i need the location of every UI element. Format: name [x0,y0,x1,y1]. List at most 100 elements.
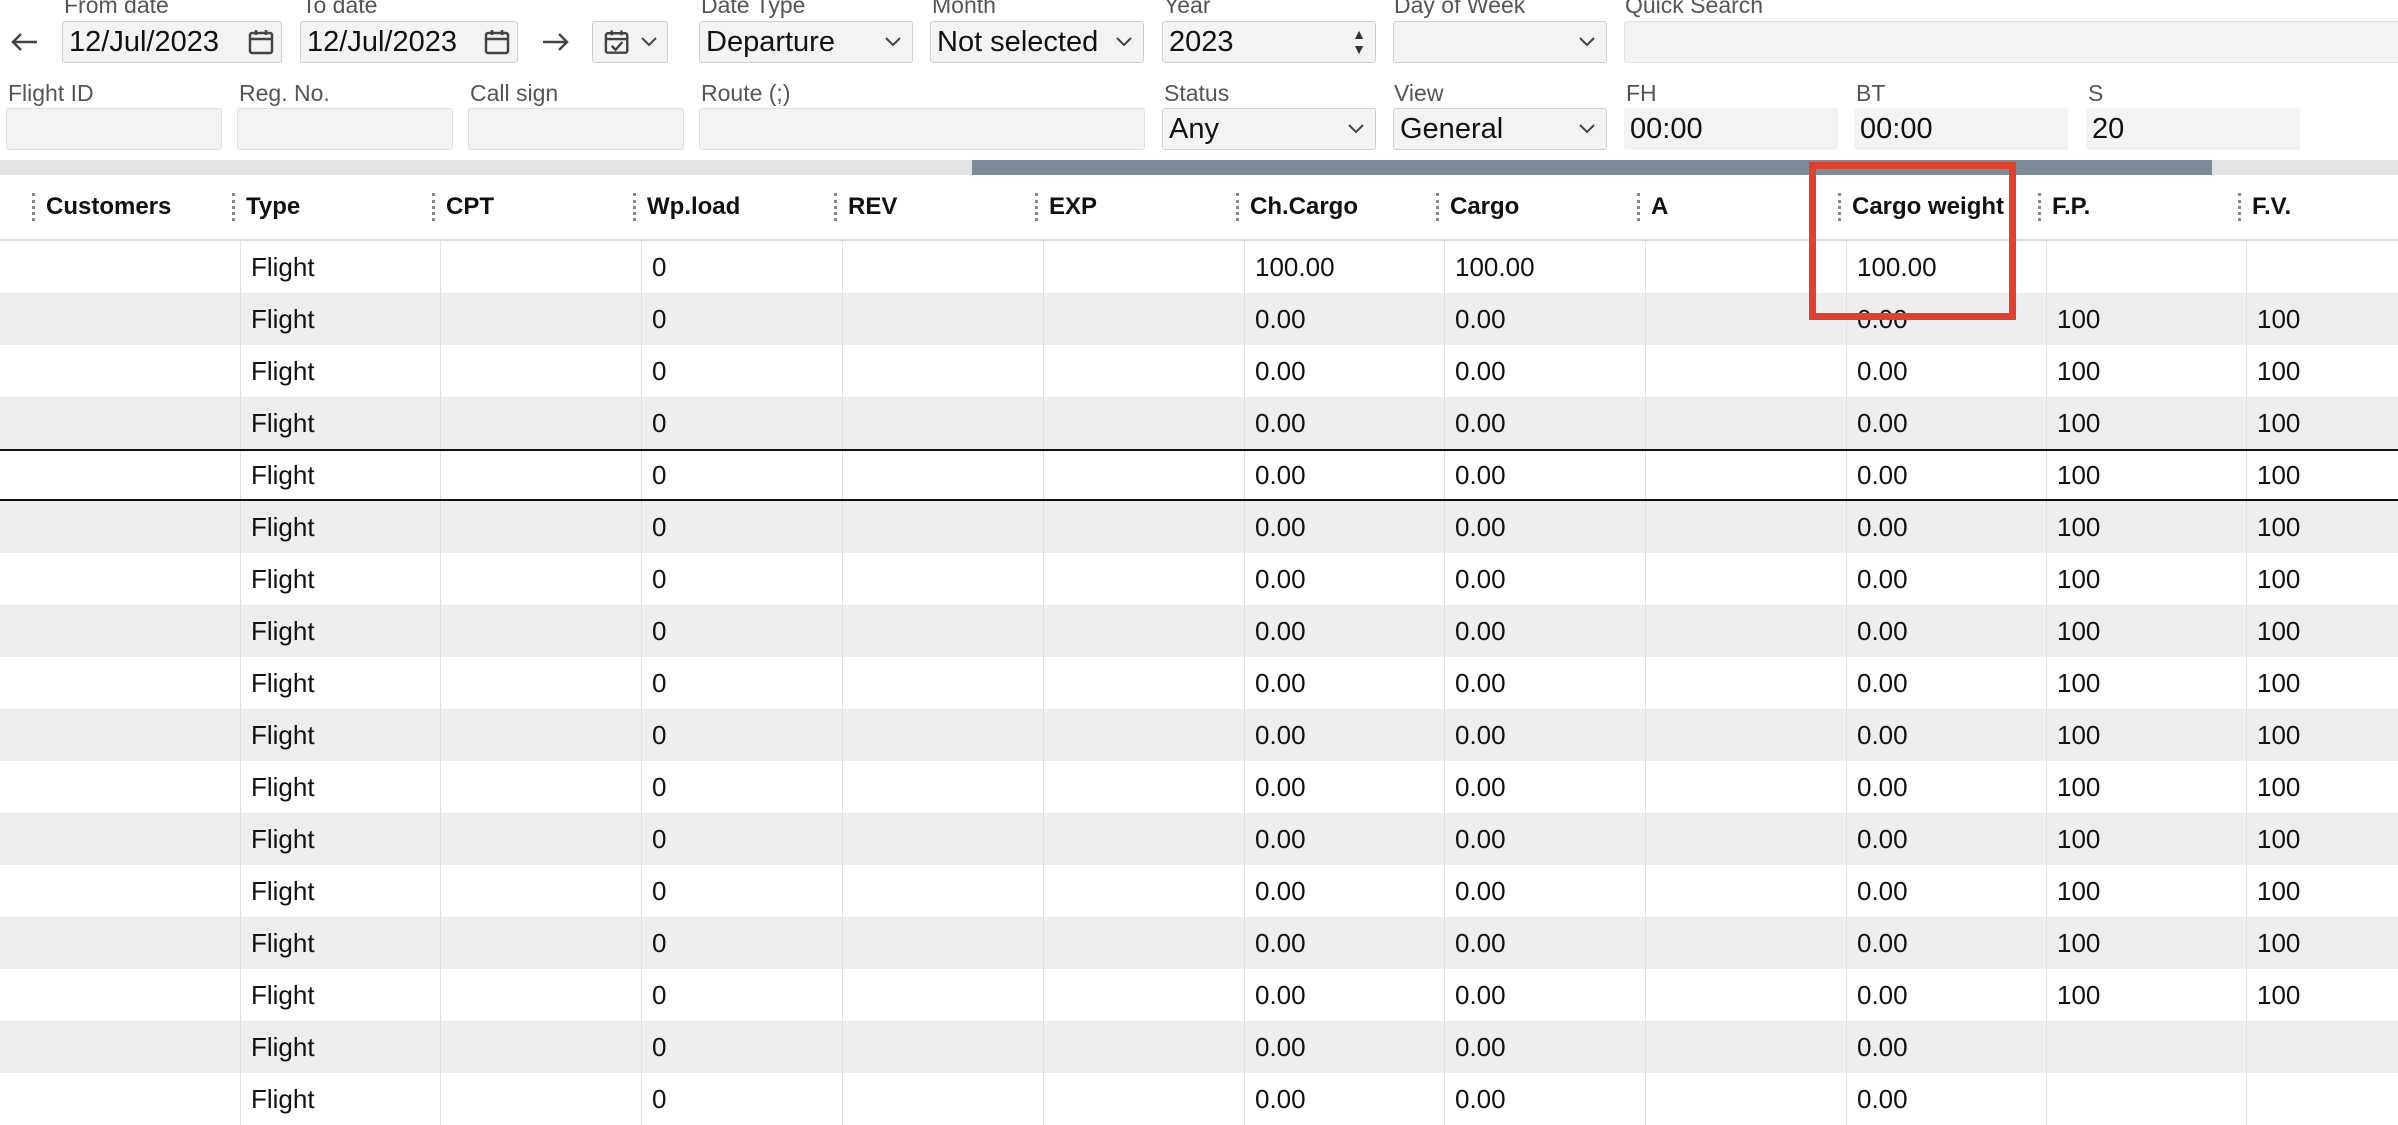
cell-cargo-weight[interactable]: 0.00 [1846,451,2046,499]
cell-type[interactable]: Flight [240,345,440,397]
cell-cargo[interactable]: 0.00 [1444,1021,1645,1073]
cell-cpt[interactable] [440,451,641,499]
cell-cpt[interactable] [440,501,641,553]
cell-a[interactable] [1645,451,1846,499]
cell-fp[interactable]: 100 [2046,761,2246,813]
cell-fv[interactable]: 100 [2246,345,2398,397]
cell-cargo-weight[interactable]: 0.00 [1846,761,2046,813]
cell-rev[interactable] [842,345,1043,397]
cell-cargo[interactable]: 0.00 [1444,553,1645,605]
cell-wp-load[interactable]: 0 [641,917,842,969]
cell-fp[interactable] [2046,1021,2246,1073]
cell-a[interactable] [1645,605,1846,657]
cell-exp[interactable] [1043,1021,1244,1073]
cell-type[interactable]: Flight [240,1073,440,1125]
table-row[interactable]: Flight 0 0.00 0.00 0.00 100 100 [0,397,2398,449]
cell-cargo[interactable]: 0.00 [1444,397,1645,449]
cell-rev[interactable] [842,709,1043,761]
cell-ch-cargo[interactable]: 0.00 [1244,605,1444,657]
cell-rev[interactable] [842,761,1043,813]
cell-cargo-weight[interactable]: 0.00 [1846,553,2046,605]
cell-customers[interactable] [0,293,240,345]
table-row[interactable]: Flight 0 0.00 0.00 0.00 [0,1073,2398,1125]
cell-fp[interactable]: 100 [2046,345,2246,397]
cell-cargo[interactable]: 0.00 [1444,657,1645,709]
cell-rev[interactable] [842,293,1043,345]
cell-rev[interactable] [842,969,1043,1021]
cell-wp-load[interactable]: 0 [641,865,842,917]
cell-cpt[interactable] [440,813,641,865]
cell-fv[interactable]: 100 [2246,709,2398,761]
cell-ch-cargo[interactable]: 0.00 [1244,451,1444,499]
cell-a[interactable] [1645,241,1846,293]
cell-exp[interactable] [1043,813,1244,865]
cell-a[interactable] [1645,345,1846,397]
date-preset-dropdown[interactable] [592,21,668,63]
cell-type[interactable]: Flight [240,451,440,499]
cell-fv[interactable]: 100 [2246,451,2398,499]
cell-rev[interactable] [842,1021,1043,1073]
cell-ch-cargo[interactable]: 0.00 [1244,1073,1444,1125]
table-row[interactable]: Flight 0 0.00 0.00 0.00 100 100 [0,501,2398,553]
table-row[interactable]: Flight 0 0.00 0.00 0.00 100 100 [0,293,2398,345]
cell-ch-cargo[interactable]: 0.00 [1244,657,1444,709]
table-row[interactable]: Flight 0 0.00 0.00 0.00 100 100 [0,657,2398,709]
cell-a[interactable] [1645,553,1846,605]
cell-fp[interactable]: 100 [2046,969,2246,1021]
cell-cpt[interactable] [440,709,641,761]
cell-customers[interactable] [0,969,240,1021]
cell-cargo[interactable]: 0.00 [1444,761,1645,813]
cell-fp[interactable]: 100 [2046,451,2246,499]
cell-customers[interactable] [0,501,240,553]
cell-rev[interactable] [842,397,1043,449]
cell-exp[interactable] [1043,761,1244,813]
table-row[interactable]: Flight 0 0.00 0.00 0.00 100 100 [0,761,2398,813]
cell-cargo[interactable]: 0.00 [1444,813,1645,865]
column-header-cargo-weight[interactable]: Cargo weight [1838,175,2004,239]
cell-ch-cargo[interactable]: 0.00 [1244,293,1444,345]
cell-cargo-weight[interactable]: 0.00 [1846,397,2046,449]
cell-rev[interactable] [842,501,1043,553]
cell-cargo[interactable]: 0.00 [1444,917,1645,969]
cell-a[interactable] [1645,917,1846,969]
cell-fp[interactable]: 100 [2046,605,2246,657]
cell-fv[interactable]: 100 [2246,865,2398,917]
cell-type[interactable]: Flight [240,553,440,605]
cell-type[interactable]: Flight [240,917,440,969]
route-input[interactable] [699,108,1145,150]
calendar-icon[interactable] [241,22,281,62]
column-resize-handle[interactable] [1637,193,1645,221]
prev-date-button[interactable] [4,21,44,63]
flight-id-input[interactable] [6,108,222,150]
cell-cpt[interactable] [440,345,641,397]
cell-cpt[interactable] [440,917,641,969]
cell-wp-load[interactable]: 0 [641,761,842,813]
cell-fv[interactable]: 100 [2246,293,2398,345]
cell-wp-load[interactable]: 0 [641,241,842,293]
column-header-fp[interactable]: F.P. [2038,175,2090,239]
cell-exp[interactable] [1043,397,1244,449]
cell-cargo[interactable]: 0.00 [1444,293,1645,345]
cell-wp-load[interactable]: 0 [641,813,842,865]
cell-exp[interactable] [1043,917,1244,969]
cell-fv[interactable] [2246,1021,2398,1073]
cell-cargo-weight[interactable]: 0.00 [1846,605,2046,657]
cell-a[interactable] [1645,761,1846,813]
cell-exp[interactable] [1043,451,1244,499]
status-select[interactable]: Any [1162,108,1376,150]
cell-cargo-weight[interactable]: 0.00 [1846,293,2046,345]
cell-wp-load[interactable]: 0 [641,397,842,449]
cell-wp-load[interactable]: 0 [641,345,842,397]
cell-fp[interactable] [2046,241,2246,293]
column-header-customers[interactable]: Customers [32,175,171,239]
cell-a[interactable] [1645,501,1846,553]
cell-ch-cargo[interactable]: 0.00 [1244,969,1444,1021]
cell-customers[interactable] [0,605,240,657]
cell-customers[interactable] [0,709,240,761]
column-header-ch-cargo[interactable]: Ch.Cargo [1236,175,1358,239]
cell-rev[interactable] [842,1073,1043,1125]
column-header-exp[interactable]: EXP [1035,175,1097,239]
cell-a[interactable] [1645,1021,1846,1073]
cell-cargo[interactable]: 0.00 [1444,345,1645,397]
cell-fp[interactable]: 100 [2046,709,2246,761]
